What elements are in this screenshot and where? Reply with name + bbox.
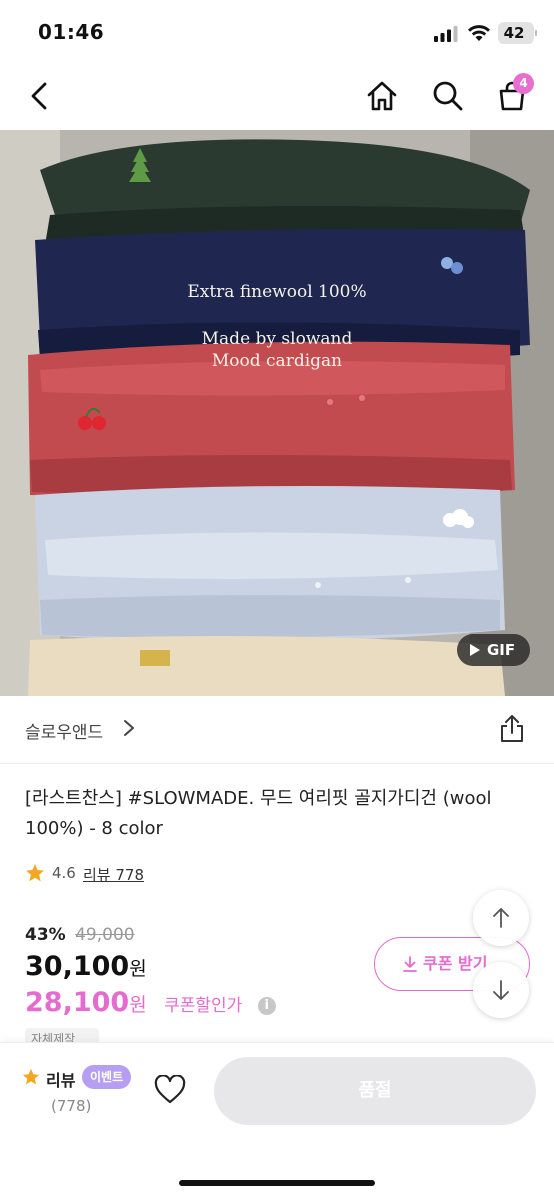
scroll-up-button[interactable] [473,890,529,946]
discount-percent: 43% [25,925,66,945]
scroll-down-button[interactable] [473,962,529,1018]
star-icon [26,864,44,882]
arrow-up-icon [493,908,509,928]
coupon-price-label: 쿠폰할인가 [164,996,243,1016]
status-time: 01:46 [38,20,105,44]
stacked-cardigans-image [0,130,554,696]
discount-row: 43% 49,000 [25,925,135,945]
original-price: 49,000 [75,925,135,945]
wifi-icon [468,25,490,41]
search-icon[interactable] [430,78,466,114]
event-badge: 이벤트 [82,1065,132,1089]
top-nav-bar [0,66,554,130]
status-bar: 01:46 42 [0,0,554,66]
brand-name[interactable]: 슬로우앤드 [25,718,103,743]
chevron-left-icon[interactable] [22,78,58,114]
battery-indicator: 42 [498,22,537,44]
heart-icon[interactable] [154,1075,186,1105]
share-icon[interactable] [498,714,526,744]
hero-caption-line-3: Mood cardigan [211,351,343,371]
home-icon[interactable] [364,78,400,114]
sold-out-button[interactable]: 품절 [214,1057,536,1125]
review-button-label[interactable]: 리뷰 [46,1067,75,1091]
gif-badge[interactable]: GIF [457,634,530,666]
download-icon [403,956,417,972]
info-icon[interactable]: i [257,997,276,1015]
rating-value: 4.6 [52,864,76,882]
chevron-right-icon [124,720,134,736]
coupon-price: 28,100원 쿠폰할인가 i [25,987,276,1018]
product-image[interactable]: Extra finewool 100% Made by slowand Mood… [0,130,554,696]
home-indicator [179,1180,375,1186]
star-icon [22,1068,40,1085]
hero-caption-line-1: Extra finewool 100% [187,282,367,302]
bottom-action-bar: 리뷰 이벤트 (778) 품절 [0,1042,554,1200]
cart-count-badge: 4 [513,73,534,94]
review-count: (778) [51,1097,92,1115]
product-title: [라스트찬스] #SLOWMADE. 무드 여리핏 골지가디건 (wool 10… [25,788,492,839]
sale-price: 30,100원 [25,951,147,982]
play-icon [470,644,480,656]
review-count-link[interactable]: 리뷰 778 [83,864,144,885]
hero-caption-line-2: Made by slowand [201,329,353,349]
arrow-down-icon [493,980,509,1000]
signal-icon [434,26,458,42]
brand-row[interactable]: 슬로우앤드 [0,696,554,764]
